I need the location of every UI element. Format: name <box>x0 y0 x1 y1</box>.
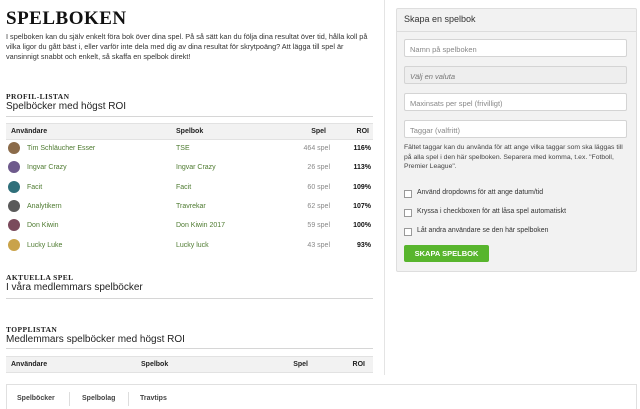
bet-count: 43 spel <box>307 241 330 249</box>
divider <box>6 348 373 349</box>
avatar[interactable] <box>8 199 20 212</box>
divider <box>6 116 373 117</box>
profile-table-header: Användare Spelbok Spel ROI <box>6 123 373 140</box>
table-row[interactable]: Facit Facit 60 spel 109% <box>6 180 373 196</box>
divider <box>6 298 373 299</box>
spelbok-link[interactable]: Lucky luck <box>176 242 209 249</box>
avatar[interactable] <box>8 180 20 193</box>
bet-count: 62 spel <box>307 202 330 210</box>
roi-value: 116% <box>353 145 371 152</box>
currency-select[interactable]: Välj en valuta <box>404 66 627 84</box>
roi-value: 113% <box>353 164 371 172</box>
tab-travtips[interactable]: Travtips <box>140 395 167 402</box>
user-link[interactable]: Ingvar Crazy <box>27 164 67 171</box>
col-book: Spelbok <box>141 361 169 368</box>
tab-spelbocker[interactable]: Spelböcker <box>17 395 55 402</box>
divider <box>397 31 636 32</box>
divider <box>128 392 129 406</box>
tags-hint: Fältet taggar kan du använda för att ang… <box>404 144 623 170</box>
spelbok-link[interactable]: Don Kiwin 2017 <box>176 222 225 229</box>
create-spelbok-panel: Skapa en spelbok Namn på spelboken Välj … <box>396 8 637 272</box>
user-link[interactable]: Facit <box>27 184 42 191</box>
checkbox-label: Kryssa i checkboxen för att låsa spel au… <box>417 208 566 215</box>
page-title: SPELBOKEN <box>6 8 127 29</box>
col-book: Spelbok <box>176 128 204 135</box>
roi-value: 100% <box>353 222 371 230</box>
checkbox[interactable] <box>404 190 412 198</box>
table-row[interactable]: Analytikern Travrekar 62 spel 107% <box>6 199 373 215</box>
current-bets-kicker: AKTUELLA SPEL <box>6 273 74 282</box>
user-link[interactable]: Analytikern <box>27 203 62 210</box>
max-stake-input[interactable]: Maxinsats per spel (frivilligt) <box>404 93 627 111</box>
col-bets: Spel <box>293 361 308 368</box>
column-divider <box>384 0 385 375</box>
table-row[interactable]: Don Kiwin Don Kiwin 2017 59 spel 100% <box>6 218 373 234</box>
panel-title: Skapa en spelbok <box>404 14 476 24</box>
spelbok-link[interactable]: Travrekar <box>176 203 206 210</box>
bet-count: 59 spel <box>307 222 330 230</box>
top-list-title: Medlemmars spelböcker med högst ROI <box>6 334 185 345</box>
divider <box>69 392 70 406</box>
create-spelbok-button[interactable]: SKAPA SPELBOK <box>404 245 489 262</box>
current-bets-title: I våra medlemmars spelböcker <box>6 282 143 293</box>
spelbok-link[interactable]: Ingvar Crazy <box>176 164 216 171</box>
roi-value: 109% <box>353 183 371 191</box>
checkbox-label: Använd dropdowns för att ange datum/tid <box>417 189 544 196</box>
avatar[interactable] <box>8 142 20 154</box>
intro-text: I spelboken kan du själv enkelt föra bok… <box>6 32 368 62</box>
footer-tab-bar: Spelböcker Spelbolag Travtips <box>6 384 637 409</box>
user-link[interactable]: Lucky Luke <box>27 242 62 249</box>
top-list-kicker: TOPPLISTAN <box>6 325 58 334</box>
col-user: Användare <box>11 361 48 368</box>
spelbok-link[interactable]: Facit <box>176 184 191 191</box>
avatar[interactable] <box>8 238 20 251</box>
checkbox-label: Låt andra användare se den här spelboken <box>417 227 549 234</box>
bet-count: 464 spel <box>303 145 330 152</box>
profile-list-kicker: PROFIL-LISTAN <box>6 92 70 101</box>
avatar[interactable] <box>8 219 20 232</box>
avatar[interactable] <box>8 161 20 174</box>
user-link[interactable]: Don Kiwin <box>27 222 59 229</box>
checkbox[interactable] <box>404 228 412 236</box>
col-bets: Spel <box>311 128 326 135</box>
spelbok-link[interactable]: TSE <box>176 145 190 152</box>
tags-input[interactable]: Taggar (valfritt) <box>404 120 627 138</box>
tab-spelbolag[interactable]: Spelbolag <box>82 395 115 402</box>
col-roi: ROI <box>352 361 365 368</box>
roi-value: 93% <box>356 241 371 249</box>
col-user: Användare <box>11 128 48 135</box>
table-row[interactable]: Ingvar Crazy Ingvar Crazy 26 spel 113% <box>6 160 373 176</box>
roi-value: 107% <box>353 202 371 210</box>
bet-count: 26 spel <box>307 164 330 172</box>
bet-count: 60 spel <box>307 183 330 191</box>
table-row[interactable]: Lucky Luke Lucky luck 43 spel 93% <box>6 238 373 254</box>
top-table-header: Användare Spelbok Spel ROI <box>6 356 373 373</box>
profile-list-title: Spelböcker med högst ROI <box>6 101 127 112</box>
table-row[interactable]: Tim Schläucher Esser TSE 464 spel 116% <box>6 141 373 157</box>
checkbox[interactable] <box>404 209 412 217</box>
col-roi: ROI <box>356 128 369 135</box>
spelbok-name-input[interactable]: Namn på spelboken <box>404 39 627 57</box>
user-link[interactable]: Tim Schläucher Esser <box>27 145 95 152</box>
